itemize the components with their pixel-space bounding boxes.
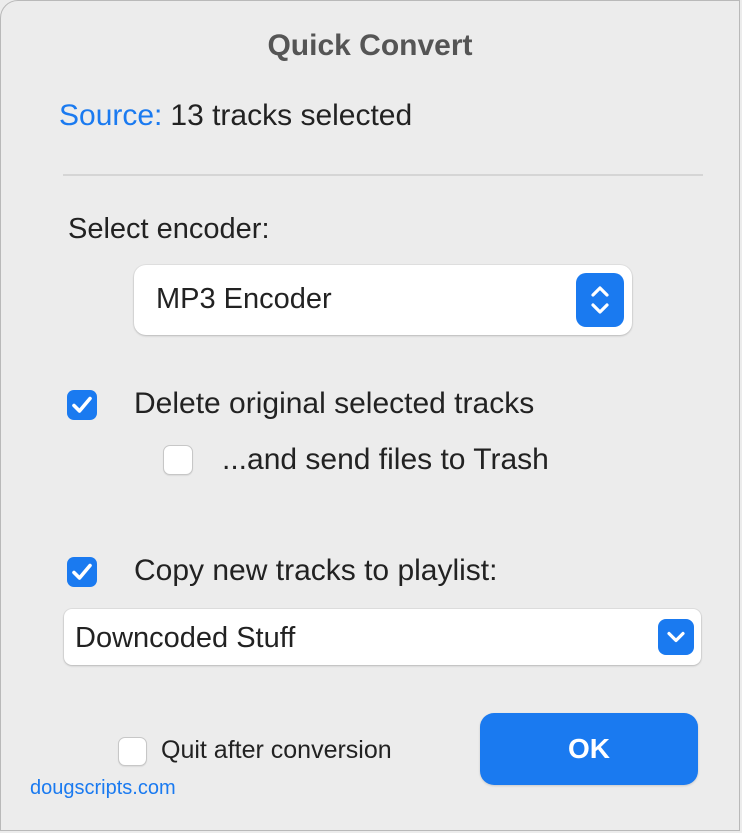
encoder-popup[interactable]: MP3 Encoder — [134, 265, 632, 335]
checkmark-icon — [72, 396, 92, 413]
playlist-dropdown[interactable]: Downcoded Stuff — [64, 609, 701, 665]
ok-button[interactable]: OK — [480, 713, 698, 785]
send-to-trash-checkbox[interactable] — [163, 445, 193, 475]
source-line: Source: 13 tracks selected — [59, 99, 412, 133]
encoder-label: Select encoder: — [68, 213, 270, 245]
quit-after-label[interactable]: Quit after conversion — [161, 736, 392, 765]
source-value: 13 tracks selected — [170, 99, 413, 132]
source-label: Source: — [59, 99, 163, 132]
quit-after-checkbox[interactable] — [118, 737, 147, 766]
up-down-chevron-icon[interactable] — [576, 273, 624, 327]
delete-originals-checkbox[interactable] — [67, 390, 97, 420]
dialog-title: Quick Convert — [267, 29, 473, 62]
playlist-selected-value: Downcoded Stuff — [75, 622, 296, 654]
section-divider — [63, 174, 703, 176]
encoder-selected-value: MP3 Encoder — [156, 283, 332, 315]
send-to-trash-label[interactable]: ...and send files to Trash — [222, 443, 549, 477]
dougscripts-link[interactable]: dougscripts.com — [30, 777, 176, 800]
checkmark-icon — [72, 563, 92, 580]
quick-convert-dialog: Quick Convert Source: 13 tracks selected … — [0, 0, 740, 831]
chevron-down-icon[interactable] — [658, 619, 694, 655]
delete-originals-label[interactable]: Delete original selected tracks — [134, 387, 534, 421]
copy-to-playlist-checkbox[interactable] — [67, 557, 97, 587]
copy-to-playlist-label[interactable]: Copy new tracks to playlist: — [134, 554, 497, 588]
